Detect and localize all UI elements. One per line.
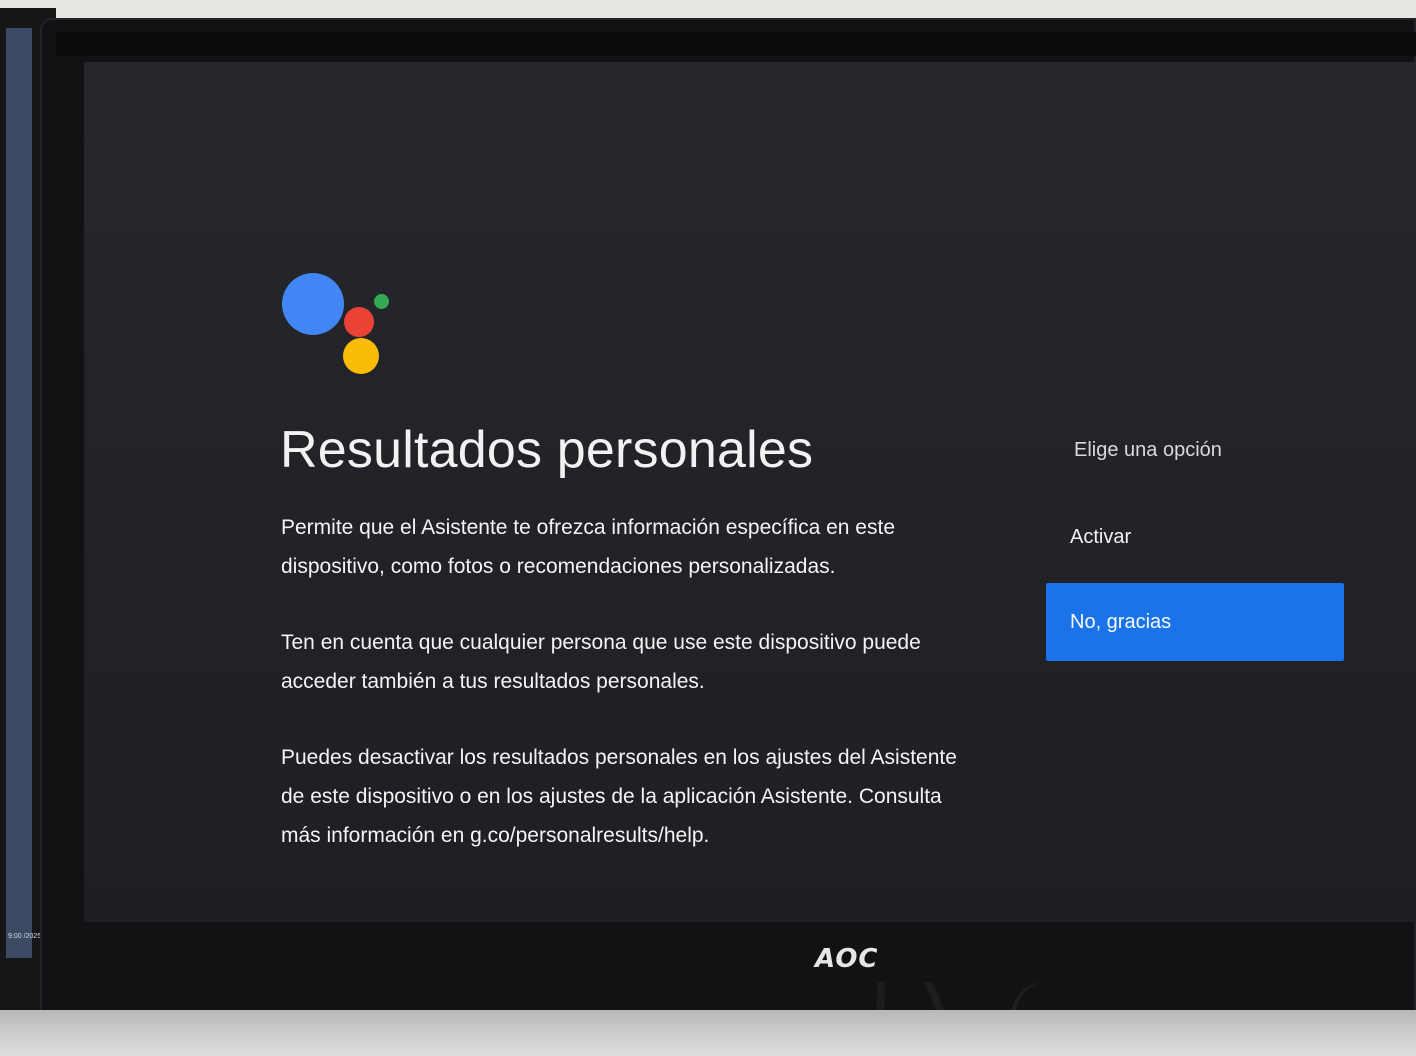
left-monitor-screen xyxy=(6,28,32,958)
description-paragraph-disable-help: Puedes desactivar los resultados persona… xyxy=(281,746,957,847)
description-text: Permite que el Asistente te ofrezca info… xyxy=(281,508,981,892)
assistant-green-dot xyxy=(374,294,389,309)
assistant-blue-dot xyxy=(282,273,344,335)
google-assistant-logo-icon xyxy=(282,270,400,380)
description-paragraph-personal-info: Permite que el Asistente te ofrezca info… xyxy=(281,516,895,578)
activate-option[interactable]: Activar xyxy=(1046,504,1344,570)
assistant-yellow-dot xyxy=(343,338,379,374)
assistant-setup-screen: Resultados personales Permite que el Asi… xyxy=(84,62,1416,922)
description-paragraph-shared-device: Ten en cuenta que cualquier persona que … xyxy=(281,631,921,693)
no-thanks-option[interactable]: No, gracias xyxy=(1046,583,1344,661)
monitor-brand-logo: AOC xyxy=(815,944,879,974)
page-title: Resultados personales xyxy=(280,421,814,479)
assistant-red-dot xyxy=(344,307,374,337)
monitor-top-bezel xyxy=(56,32,1416,56)
left-taskbar-time: 9:00 /2025 xyxy=(8,933,42,940)
choice-heading: Elige una opción xyxy=(1074,439,1222,461)
desk-background xyxy=(0,1010,1416,1056)
photo-scene: 9:00 /2025 Resultados personales Permite… xyxy=(0,0,1416,1056)
